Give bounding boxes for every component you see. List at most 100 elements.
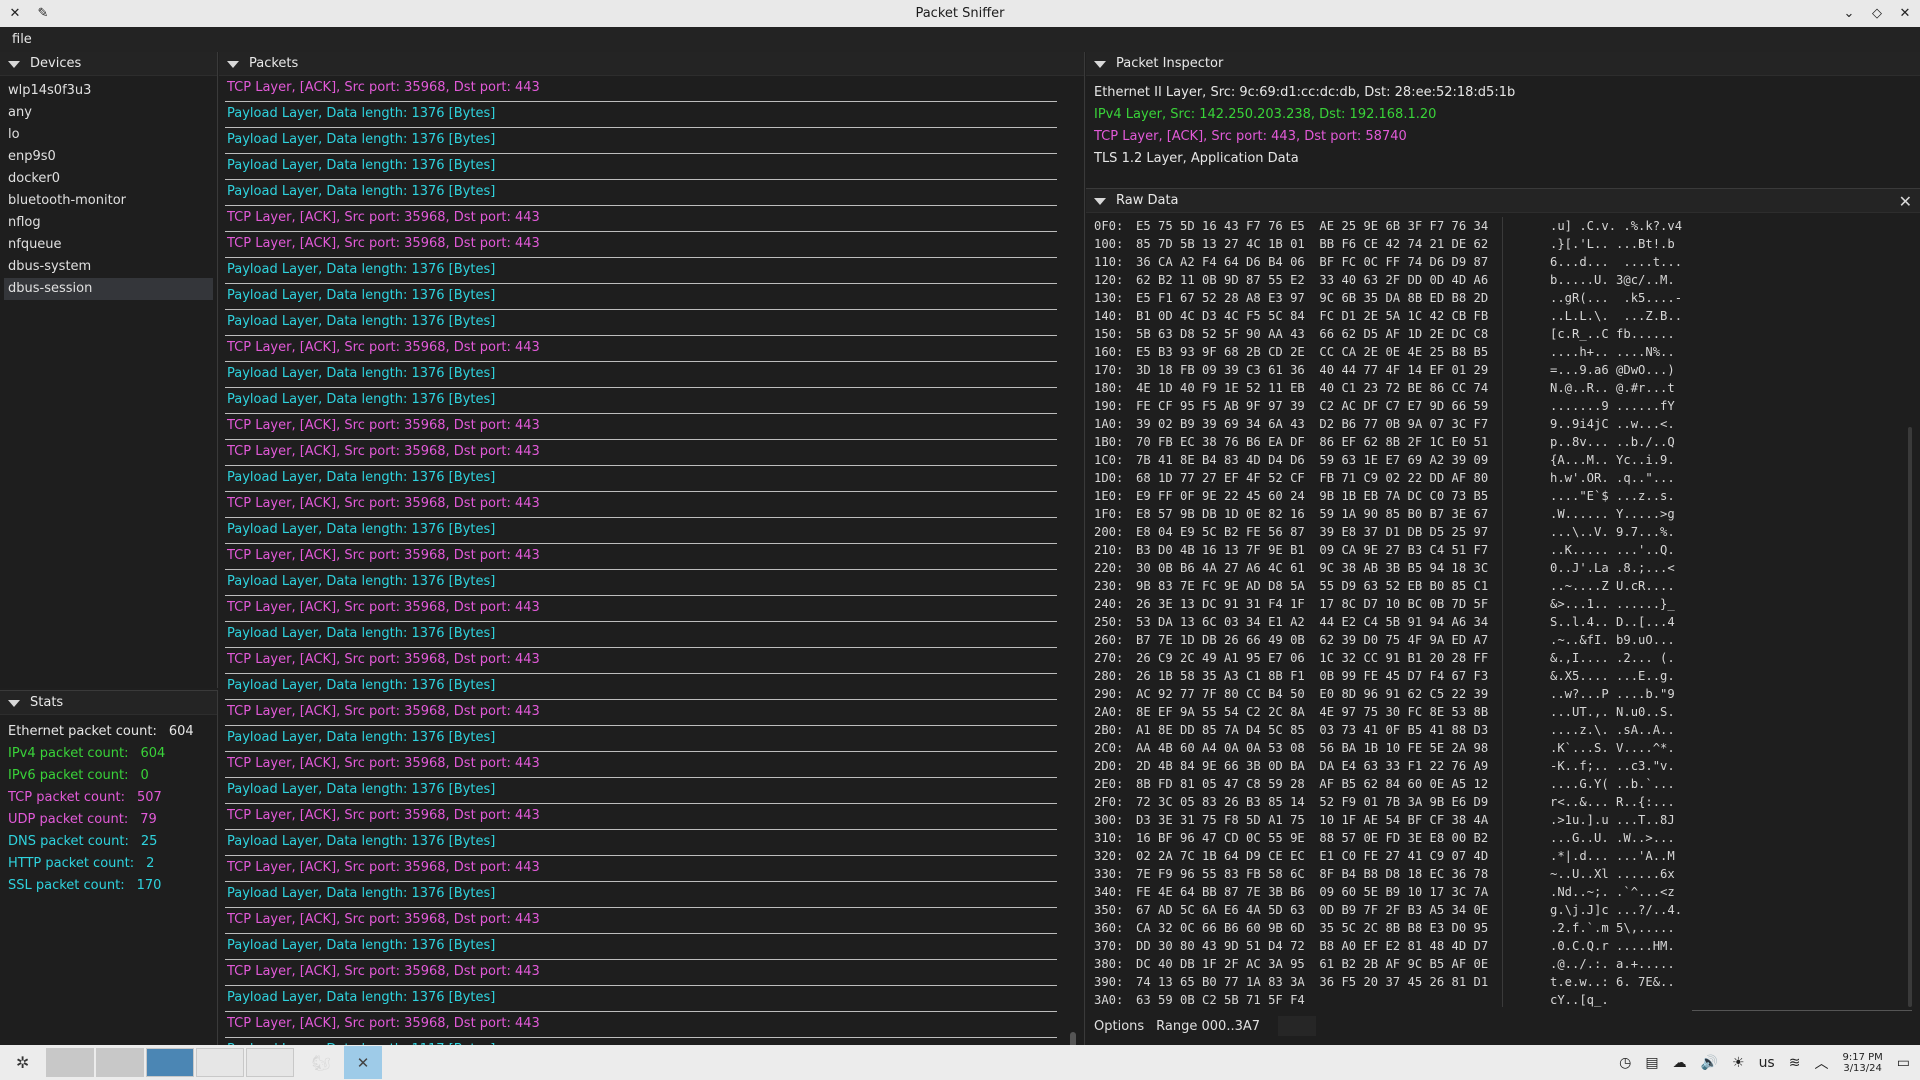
app-icon-taskbar-1[interactable]: 🐿 xyxy=(302,1046,340,1079)
device-item[interactable]: bluetooth-monitor xyxy=(4,190,213,212)
inspector-layer-line[interactable]: Ethernet II Layer, Src: 9c:69:d1:cc:dc:d… xyxy=(1094,82,1912,104)
packet-row[interactable]: TCP Layer, [ACK], Src port: 35968, Dst p… xyxy=(225,700,1057,726)
packet-row[interactable]: TCP Layer, [ACK], Src port: 35968, Dst p… xyxy=(225,908,1057,934)
raw-data-header[interactable]: Raw Data xyxy=(1086,189,1920,213)
volume-icon[interactable]: 🔊 xyxy=(1701,1055,1718,1071)
packet-row[interactable]: Payload Layer, Data length: 1117 [Bytes] xyxy=(225,1038,1057,1045)
stats-header[interactable]: Stats xyxy=(0,691,217,715)
raw-data-options-bar: Options Range 000..3A7 xyxy=(1094,1015,1317,1037)
workspace-3[interactable] xyxy=(146,1048,194,1077)
range-input[interactable] xyxy=(1278,1016,1317,1036)
packet-row[interactable]: TCP Layer, [ACK], Src port: 35968, Dst p… xyxy=(225,856,1057,882)
clock-app-icon[interactable]: ◷ xyxy=(1619,1055,1631,1071)
packet-row[interactable]: Payload Layer, Data length: 1376 [Bytes] xyxy=(225,154,1057,180)
packet-row[interactable]: Payload Layer, Data length: 1376 [Bytes] xyxy=(225,570,1057,596)
close-raw-data-icon[interactable]: ✕ xyxy=(1899,192,1912,211)
options-button[interactable]: Options xyxy=(1094,1019,1144,1034)
raw-data-scrollbar[interactable] xyxy=(1908,427,1912,1007)
hex-row: 170: 3D 18 FB 09 39 C3 61 36 40 44 77 4F … xyxy=(1094,361,1894,379)
packet-row[interactable]: Payload Layer, Data length: 1376 [Bytes] xyxy=(225,362,1057,388)
devices-header[interactable]: Devices xyxy=(0,52,217,76)
packet-sniffer-taskbar-icon[interactable]: ✕ xyxy=(344,1046,382,1079)
device-item[interactable]: nfqueue xyxy=(4,234,213,256)
packet-row[interactable]: TCP Layer, [ACK], Src port: 35968, Dst p… xyxy=(225,206,1057,232)
device-item[interactable]: enp9s0 xyxy=(4,146,213,168)
packet-row[interactable]: TCP Layer, [ACK], Src port: 35968, Dst p… xyxy=(225,492,1057,518)
packet-row[interactable]: Payload Layer, Data length: 1376 [Bytes] xyxy=(225,830,1057,856)
packet-row[interactable]: Payload Layer, Data length: 1376 [Bytes] xyxy=(225,388,1057,414)
packet-row[interactable]: Payload Layer, Data length: 1376 [Bytes] xyxy=(225,258,1057,284)
packet-row[interactable]: Payload Layer, Data length: 1376 [Bytes] xyxy=(225,674,1057,700)
packet-row[interactable]: TCP Layer, [ACK], Src port: 35968, Dst p… xyxy=(225,1012,1057,1038)
collapse-triangle-icon[interactable] xyxy=(227,60,239,68)
brightness-icon[interactable]: ☀ xyxy=(1732,1055,1745,1071)
maximize-icon[interactable]: ◇ xyxy=(1868,4,1886,22)
inspector-layer-line[interactable]: TCP Layer, [ACK], Src port: 443, Dst por… xyxy=(1094,126,1912,148)
device-item[interactable]: docker0 xyxy=(4,168,213,190)
keyboard-layout[interactable]: us xyxy=(1759,1055,1775,1071)
hex-offset: 230: xyxy=(1094,579,1124,593)
inspector-layer-line[interactable]: TLS 1.2 Layer, Application Data xyxy=(1094,148,1912,170)
inspector-header[interactable]: Packet Inspector xyxy=(1086,52,1920,76)
hex-ascii: ..~....Z U.cR.... xyxy=(1550,579,1675,593)
packet-row[interactable]: TCP Layer, [ACK], Src port: 35968, Dst p… xyxy=(225,336,1057,362)
packet-row[interactable]: Payload Layer, Data length: 1376 [Bytes] xyxy=(225,180,1057,206)
hex-row: 1F0: E8 57 9B DB 1D 0E 82 16 59 1A 90 85 … xyxy=(1094,505,1894,523)
workspace-1[interactable] xyxy=(46,1048,94,1077)
packet-row[interactable]: TCP Layer, [ACK], Src port: 35968, Dst p… xyxy=(225,232,1057,258)
device-item[interactable]: any xyxy=(4,102,213,124)
hex-offset: 2C0: xyxy=(1094,741,1124,755)
packet-row[interactable]: TCP Layer, [ACK], Src port: 35968, Dst p… xyxy=(225,596,1057,622)
packet-row[interactable]: TCP Layer, [ACK], Src port: 35968, Dst p… xyxy=(225,544,1057,570)
device-item[interactable]: dbus-system xyxy=(4,256,213,278)
hex-bytes: E5 B3 93 9F 68 2B CD 2E CC CA 2E 0E 4E 2… xyxy=(1136,345,1489,359)
hex-ascii: p..8v... ..b./..Q xyxy=(1550,435,1675,449)
hex-row: 200: E8 04 E9 5C B2 FE 56 87 39 E8 37 D1 … xyxy=(1094,523,1894,541)
launcher-icon[interactable]: ✲ xyxy=(16,1053,29,1072)
device-item[interactable]: nflog xyxy=(4,212,213,234)
chevron-up-icon[interactable]: ︿ xyxy=(1814,1053,1828,1073)
device-item[interactable]: lo xyxy=(4,124,213,146)
hex-row: 130: E5 F1 67 52 28 A8 E3 97 9C 6B 35 DA … xyxy=(1094,289,1894,307)
packet-row[interactable]: TCP Layer, [ACK], Src port: 35968, Dst p… xyxy=(225,648,1057,674)
workspace-4[interactable] xyxy=(196,1048,244,1077)
packet-row[interactable]: TCP Layer, [ACK], Src port: 35968, Dst p… xyxy=(225,960,1057,986)
hex-ascii: [c.R_..C fb...... xyxy=(1550,327,1675,341)
close-icon[interactable]: ✕ xyxy=(1896,4,1914,22)
device-item[interactable]: wlp14s0f3u3 xyxy=(4,80,213,102)
packet-row[interactable]: TCP Layer, [ACK], Src port: 35968, Dst p… xyxy=(225,440,1057,466)
packet-row[interactable]: TCP Layer, [ACK], Src port: 35968, Dst p… xyxy=(225,414,1057,440)
packet-row[interactable]: Payload Layer, Data length: 1376 [Bytes] xyxy=(225,128,1057,154)
packet-row[interactable]: TCP Layer, [ACK], Src port: 35968, Dst p… xyxy=(225,804,1057,830)
packet-row[interactable]: Payload Layer, Data length: 1376 [Bytes] xyxy=(225,284,1057,310)
packet-row[interactable]: Payload Layer, Data length: 1376 [Bytes] xyxy=(225,310,1057,336)
cloud-icon[interactable]: ☁ xyxy=(1673,1055,1687,1071)
collapse-triangle-icon[interactable] xyxy=(1094,197,1106,205)
inspector-layer-line[interactable]: IPv4 Layer, Src: 142.250.203.238, Dst: 1… xyxy=(1094,104,1912,126)
packets-header[interactable]: Packets xyxy=(219,52,1084,76)
clipboard-icon[interactable]: ▤ xyxy=(1645,1055,1658,1071)
wifi-icon[interactable]: ≋ xyxy=(1789,1055,1801,1071)
hex-row: 340: FE 4E 64 BB 87 7E 3B B6 09 60 5E B9 … xyxy=(1094,883,1894,901)
minimize-icon[interactable]: ⌄ xyxy=(1840,4,1858,22)
packet-row[interactable]: Payload Layer, Data length: 1376 [Bytes] xyxy=(225,934,1057,960)
packet-row[interactable]: Payload Layer, Data length: 1376 [Bytes] xyxy=(225,986,1057,1012)
packet-row[interactable]: Payload Layer, Data length: 1376 [Bytes] xyxy=(225,622,1057,648)
packet-row[interactable]: Payload Layer, Data length: 1376 [Bytes] xyxy=(225,518,1057,544)
collapse-triangle-icon[interactable] xyxy=(8,60,20,68)
packet-row[interactable]: Payload Layer, Data length: 1376 [Bytes] xyxy=(225,882,1057,908)
device-item[interactable]: dbus-session xyxy=(4,278,213,300)
file-menu[interactable]: file xyxy=(12,32,32,47)
collapse-triangle-icon[interactable] xyxy=(1094,60,1106,68)
packet-row[interactable]: Payload Layer, Data length: 1376 [Bytes] xyxy=(225,102,1057,128)
workspace-5[interactable] xyxy=(246,1048,294,1077)
workspace-2[interactable] xyxy=(96,1048,144,1077)
packet-row[interactable]: TCP Layer, [ACK], Src port: 35968, Dst p… xyxy=(225,752,1057,778)
packet-row[interactable]: Payload Layer, Data length: 1376 [Bytes] xyxy=(225,726,1057,752)
packet-row[interactable]: TCP Layer, [ACK], Src port: 35968, Dst p… xyxy=(225,76,1057,102)
collapse-triangle-icon[interactable] xyxy=(8,699,20,707)
packet-row[interactable]: Payload Layer, Data length: 1376 [Bytes] xyxy=(225,466,1057,492)
packet-row[interactable]: Payload Layer, Data length: 1376 [Bytes] xyxy=(225,778,1057,804)
show-desktop-icon[interactable]: ▭ xyxy=(1897,1055,1910,1071)
clock[interactable]: 9:17 PM 3/13/24 xyxy=(1842,1052,1882,1074)
